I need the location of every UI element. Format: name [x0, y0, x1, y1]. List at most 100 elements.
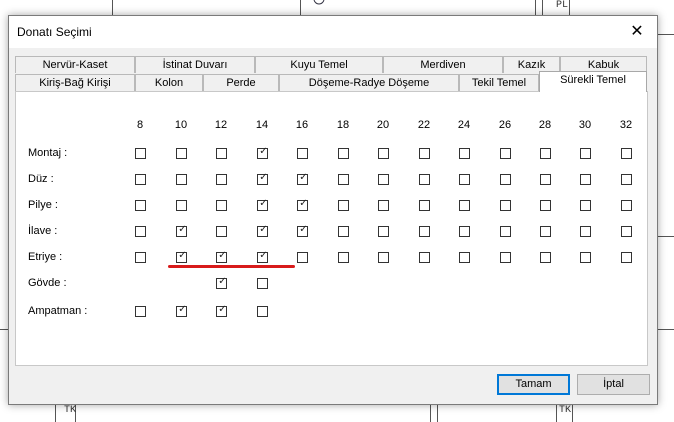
checkbox-26[interactable]: [500, 174, 511, 185]
checkbox-32[interactable]: [621, 200, 632, 211]
checkbox-30[interactable]: [580, 200, 591, 211]
column-header-28: 28: [538, 119, 552, 131]
checkbox-12[interactable]: [216, 148, 227, 159]
checkbox-14[interactable]: ✓: [257, 250, 268, 263]
checkbox-14[interactable]: ✓: [257, 146, 268, 159]
checkbox-32[interactable]: [621, 226, 632, 237]
checkmark-icon: ✓: [178, 224, 187, 235]
cad-line: [658, 329, 674, 330]
checkbox-20[interactable]: [378, 200, 389, 211]
checkbox-8[interactable]: [135, 174, 146, 185]
checkbox-30[interactable]: [580, 226, 591, 237]
checkbox-18[interactable]: [338, 174, 349, 185]
checkbox-18[interactable]: [338, 226, 349, 237]
checkbox-28[interactable]: [540, 226, 551, 237]
row-label: Gövde :: [28, 277, 67, 289]
checkbox-22[interactable]: [419, 200, 430, 211]
checkbox-32[interactable]: [621, 148, 632, 159]
checkbox-14[interactable]: [257, 306, 268, 317]
checkbox-28[interactable]: [540, 252, 551, 263]
checkbox-12[interactable]: [216, 226, 227, 237]
checkbox-20[interactable]: [378, 148, 389, 159]
checkbox-12[interactable]: [216, 200, 227, 211]
cad-line: [112, 0, 113, 15]
checkbox-10[interactable]: ✓: [176, 304, 187, 317]
checkbox-12[interactable]: ✓: [216, 276, 227, 289]
checkbox-20[interactable]: [378, 226, 389, 237]
checkbox-16[interactable]: ✓: [297, 224, 308, 237]
checkmark-icon: ✓: [218, 304, 227, 315]
checkbox-14[interactable]: ✓: [257, 224, 268, 237]
checkbox-30[interactable]: [580, 252, 591, 263]
checkbox-8[interactable]: [135, 252, 146, 263]
checkbox-24[interactable]: [459, 226, 470, 237]
tab-nervur-kaset[interactable]: Nervür-Kaset: [15, 56, 135, 73]
tab-kolon[interactable]: Kolon: [135, 74, 203, 91]
checkbox-10[interactable]: [176, 148, 187, 159]
tab-tekil-temel[interactable]: Tekil Temel: [459, 74, 539, 91]
checkbox-24[interactable]: [459, 200, 470, 211]
ok-button[interactable]: Tamam: [497, 374, 570, 395]
checkbox-14[interactable]: ✓: [257, 198, 268, 211]
checkbox-26[interactable]: [500, 148, 511, 159]
checkbox-24[interactable]: [459, 148, 470, 159]
checkbox-22[interactable]: [419, 226, 430, 237]
checkbox-18[interactable]: [338, 148, 349, 159]
checkbox-22[interactable]: [419, 252, 430, 263]
checkbox-10[interactable]: ✓: [176, 224, 187, 237]
checkbox-12[interactable]: [216, 174, 227, 185]
checkmark-icon: ✓: [259, 250, 268, 261]
checkbox-24[interactable]: [459, 174, 470, 185]
checkbox-20[interactable]: [378, 174, 389, 185]
checkbox-22[interactable]: [419, 148, 430, 159]
tab-kuyu-temel[interactable]: Kuyu Temel: [255, 56, 383, 73]
checkbox-14[interactable]: ✓: [257, 172, 268, 185]
checkbox-26[interactable]: [500, 226, 511, 237]
checkbox-16[interactable]: [297, 252, 308, 263]
checkmark-icon: ✓: [218, 276, 227, 287]
cad-line: [437, 405, 438, 422]
close-icon[interactable]: ✕: [627, 22, 647, 42]
checkbox-18[interactable]: [338, 200, 349, 211]
checkbox-10[interactable]: [176, 174, 187, 185]
checkbox-22[interactable]: [419, 174, 430, 185]
checkbox-8[interactable]: [135, 226, 146, 237]
tab-kiris-bag-kirisi[interactable]: Kiriş-Bağ Kirişi: [15, 74, 135, 91]
checkmark-icon: ✓: [259, 172, 268, 183]
checkbox-14[interactable]: [257, 278, 268, 289]
row-label: Etriye :: [28, 251, 63, 263]
checkbox-28[interactable]: [540, 148, 551, 159]
checkmark-icon: ✓: [299, 224, 308, 235]
checkbox-10[interactable]: [176, 200, 187, 211]
checkbox-32[interactable]: [621, 174, 632, 185]
checkbox-28[interactable]: [540, 200, 551, 211]
checkbox-10[interactable]: ✓: [176, 250, 187, 263]
checkbox-26[interactable]: [500, 252, 511, 263]
checkbox-16[interactable]: ✓: [297, 172, 308, 185]
tab-perde[interactable]: Perde: [203, 74, 279, 91]
checkbox-28[interactable]: [540, 174, 551, 185]
checkbox-12[interactable]: ✓: [216, 304, 227, 317]
checkbox-12[interactable]: ✓: [216, 250, 227, 263]
checkbox-32[interactable]: [621, 252, 632, 263]
checkbox-18[interactable]: [338, 252, 349, 263]
checkbox-16[interactable]: ✓: [297, 198, 308, 211]
checkbox-8[interactable]: [135, 200, 146, 211]
checkbox-8[interactable]: [135, 306, 146, 317]
checkbox-30[interactable]: [580, 174, 591, 185]
cad-symbol: [313, 0, 325, 5]
tab-merdiven[interactable]: Merdiven: [383, 56, 503, 73]
checkbox-16[interactable]: [297, 148, 308, 159]
tab-surekli-temel[interactable]: Sürekli Temel: [539, 71, 647, 92]
cad-line: [55, 405, 56, 422]
cancel-button[interactable]: İptal: [577, 374, 650, 395]
checkbox-30[interactable]: [580, 148, 591, 159]
tab-doseme-radye-doseme[interactable]: Döşeme-Radye Döşeme: [279, 74, 459, 91]
checkbox-8[interactable]: [135, 148, 146, 159]
checkbox-24[interactable]: [459, 252, 470, 263]
column-header-12: 12: [214, 119, 228, 131]
checkbox-26[interactable]: [500, 200, 511, 211]
checkbox-20[interactable]: [378, 252, 389, 263]
checkmark-icon: ✓: [178, 250, 187, 261]
tab-istinat-duvari[interactable]: İstinat Duvarı: [135, 56, 255, 73]
